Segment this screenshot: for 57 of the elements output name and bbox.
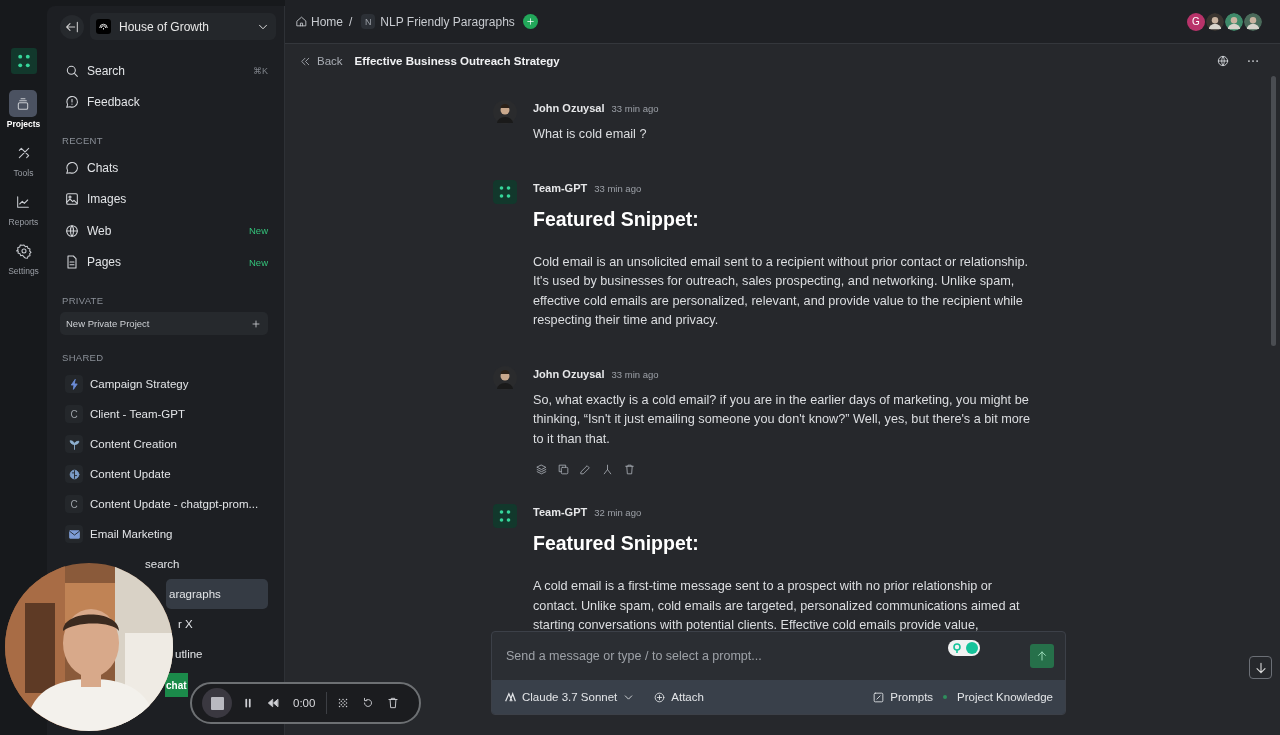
timestamp: 32 min ago — [594, 507, 642, 518]
message-text: So, what exactly is a cold email? if you are in the earlier days of marketing, you might be thinking, “Isn't it just emailing someone you don't know?” Well, yes, but there's a bit more to it than that. — [533, 391, 1032, 448]
timestamp: 33 min ago — [611, 103, 659, 114]
breadcrumb-separator: / — [349, 14, 353, 29]
project-item[interactable]: search — [142, 549, 268, 579]
attach-button[interactable]: Attach — [653, 690, 704, 704]
project-item[interactable]: C Client - Team-GPT — [60, 399, 268, 429]
author-name: Team-GPT — [533, 181, 588, 194]
recording-time: 0:00 — [293, 697, 316, 709]
project-item[interactable]: Content Update — [60, 459, 268, 489]
project-item[interactable]: C Content Update - chatgpt-prom... — [60, 489, 268, 519]
rail-nav-item[interactable]: Reports — [8, 188, 39, 227]
user-avatar[interactable]: G — [1187, 12, 1205, 31]
sidebar-item[interactable]: Search ⌘K — [60, 55, 268, 87]
project-knowledge-button[interactable]: Project Knowledge — [957, 691, 1053, 703]
sidebar-item[interactable]: Chats — [60, 152, 268, 184]
shortcut-hint: ⌘K — [253, 65, 268, 76]
section-heading: PRIVATE — [62, 295, 105, 306]
message-text: A cold email is a first-time message sent to a prospect with no prior relationship or contact. Unlike spam, cold emails are targeted, personalized communications aimed at starting conversations with potential clients. Effective cold emails provide value, — [533, 578, 1021, 634]
new-label: New — [249, 256, 268, 268]
sidebar-item[interactable]: Pages New — [60, 246, 268, 278]
project-item[interactable]: Content Creation — [60, 429, 268, 459]
author-name: Team-GPT — [533, 506, 588, 518]
project-item[interactable]: aragraphs — [166, 579, 268, 609]
message-input[interactable]: Send a message or type / to select a prompt... — [504, 648, 938, 664]
sidebar-item[interactable]: Web New — [60, 215, 268, 247]
new-label: New — [249, 225, 268, 237]
model-selector[interactable]: Claude 3.7 Sonnet — [504, 690, 636, 704]
message-text: Cold email is an unsolicited email sent to a recipient without prior contact or relationship. It's used by businesses for outreach, sales prospecting, and networking. Unlike spam, effective cold emails are personalized, relevant, and provide value to the recipient while respecting their time and privacy. — [533, 253, 1030, 329]
project-item[interactable]: utline — [172, 639, 268, 669]
project-link[interactable]: NLP Friendly Paragraphs — [380, 14, 515, 29]
section-heading: SHARED — [62, 352, 105, 363]
timestamp: 33 min ago — [594, 182, 642, 194]
back-link[interactable]: Back — [299, 54, 343, 68]
project-item[interactable]: Email Marketing — [60, 519, 268, 549]
message-heading: Featured Snippet: — [533, 532, 700, 555]
new-chat-button[interactable]: chat — [165, 673, 188, 697]
new-project-button[interactable]: New Private Project — [60, 312, 268, 335]
author-name: John Ozuysal — [533, 367, 605, 380]
home-link[interactable]: Home — [295, 14, 343, 29]
message-text: What is cold email ? — [533, 126, 648, 143]
section-heading: RECENT — [62, 135, 104, 146]
author-name: John Ozuysal — [533, 102, 605, 114]
workspace-switcher[interactable]: House of Growth — [90, 13, 276, 40]
project-item[interactable]: Campaign Strategy — [60, 369, 268, 399]
chat-title: Effective Business Outreach Strategy — [354, 55, 560, 67]
project-letter-icon: C — [65, 495, 83, 513]
rail-nav-item[interactable]: Settings — [8, 237, 39, 276]
prompts-button[interactable]: Prompts — [872, 690, 934, 704]
project-item[interactable]: r X — [175, 609, 268, 639]
project-letter-icon: C — [65, 405, 83, 423]
message-heading: Featured Snippet: — [533, 207, 700, 231]
rail-nav-item[interactable]: Tools — [9, 139, 38, 178]
project-letter-icon: N — [361, 14, 376, 29]
sidebar-item[interactable]: Images — [60, 183, 268, 215]
timestamp: 33 min ago — [611, 368, 659, 380]
sidebar-item[interactable]: Feedback — [60, 86, 268, 118]
